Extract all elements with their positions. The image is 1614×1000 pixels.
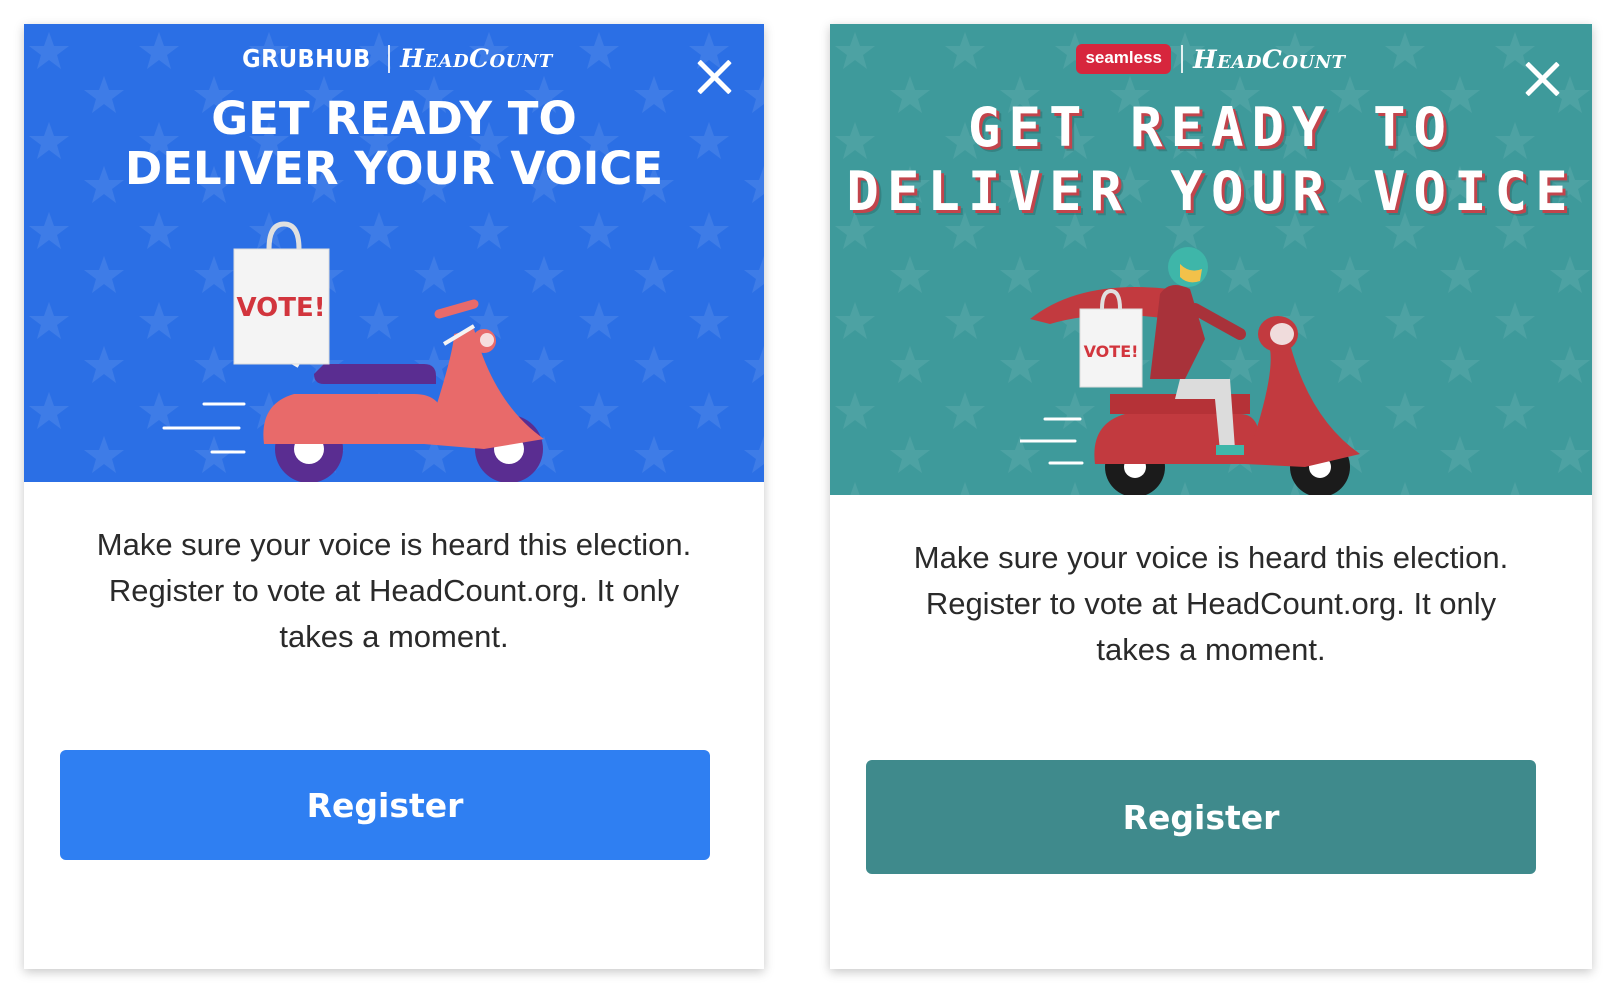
message-text: Make sure your voice is heard this elect… [913,540,1509,667]
headline: GET READY TO DELIVER YOUR VOICE [24,94,764,194]
hero-banner: GRUBHUB HeadCount GET READY TO DELIVER Y… [24,24,764,482]
grubhub-modal: GRUBHUB HeadCount GET READY TO DELIVER Y… [24,24,764,969]
brand-lockup: seamless HeadCount [830,44,1592,74]
grubhub-logo: GRUBHUB [242,44,372,73]
seamless-logo: seamless [1076,44,1172,74]
hero-banner: seamless HeadCount GET READY TO DELIVER … [830,24,1592,495]
close-icon[interactable] [694,57,734,97]
message-text: Make sure your voice is heard this elect… [96,527,692,654]
headcount-logo: HeadCount [400,44,553,73]
brand-lockup: GRUBHUB HeadCount [24,44,764,73]
headline-line-2: DELIVER YOUR VOICE [124,142,664,195]
bag-vote-label: VOTE! [236,293,325,323]
headline-line-1: GET READY TO [211,92,577,145]
logo-divider [388,44,391,73]
seamless-modal: seamless HeadCount GET READY TO DELIVER … [830,24,1592,969]
scooter-illustration: VOTE! [162,221,544,482]
close-icon[interactable] [1522,59,1562,99]
headline-line-1: GET READY TO [967,96,1455,159]
scooter-rider-illustration: VOTE! [1020,247,1360,495]
register-button[interactable]: Register [866,760,1536,874]
headline: GET READY TO DELIVER YOUR VOICE [830,96,1592,224]
bag-vote-label: VOTE! [1084,342,1139,361]
logo-divider [1181,45,1184,73]
headcount-logo: HeadCount [1193,44,1346,74]
register-button[interactable]: Register [60,750,710,860]
headline-line-2: DELIVER YOUR VOICE [846,160,1576,223]
